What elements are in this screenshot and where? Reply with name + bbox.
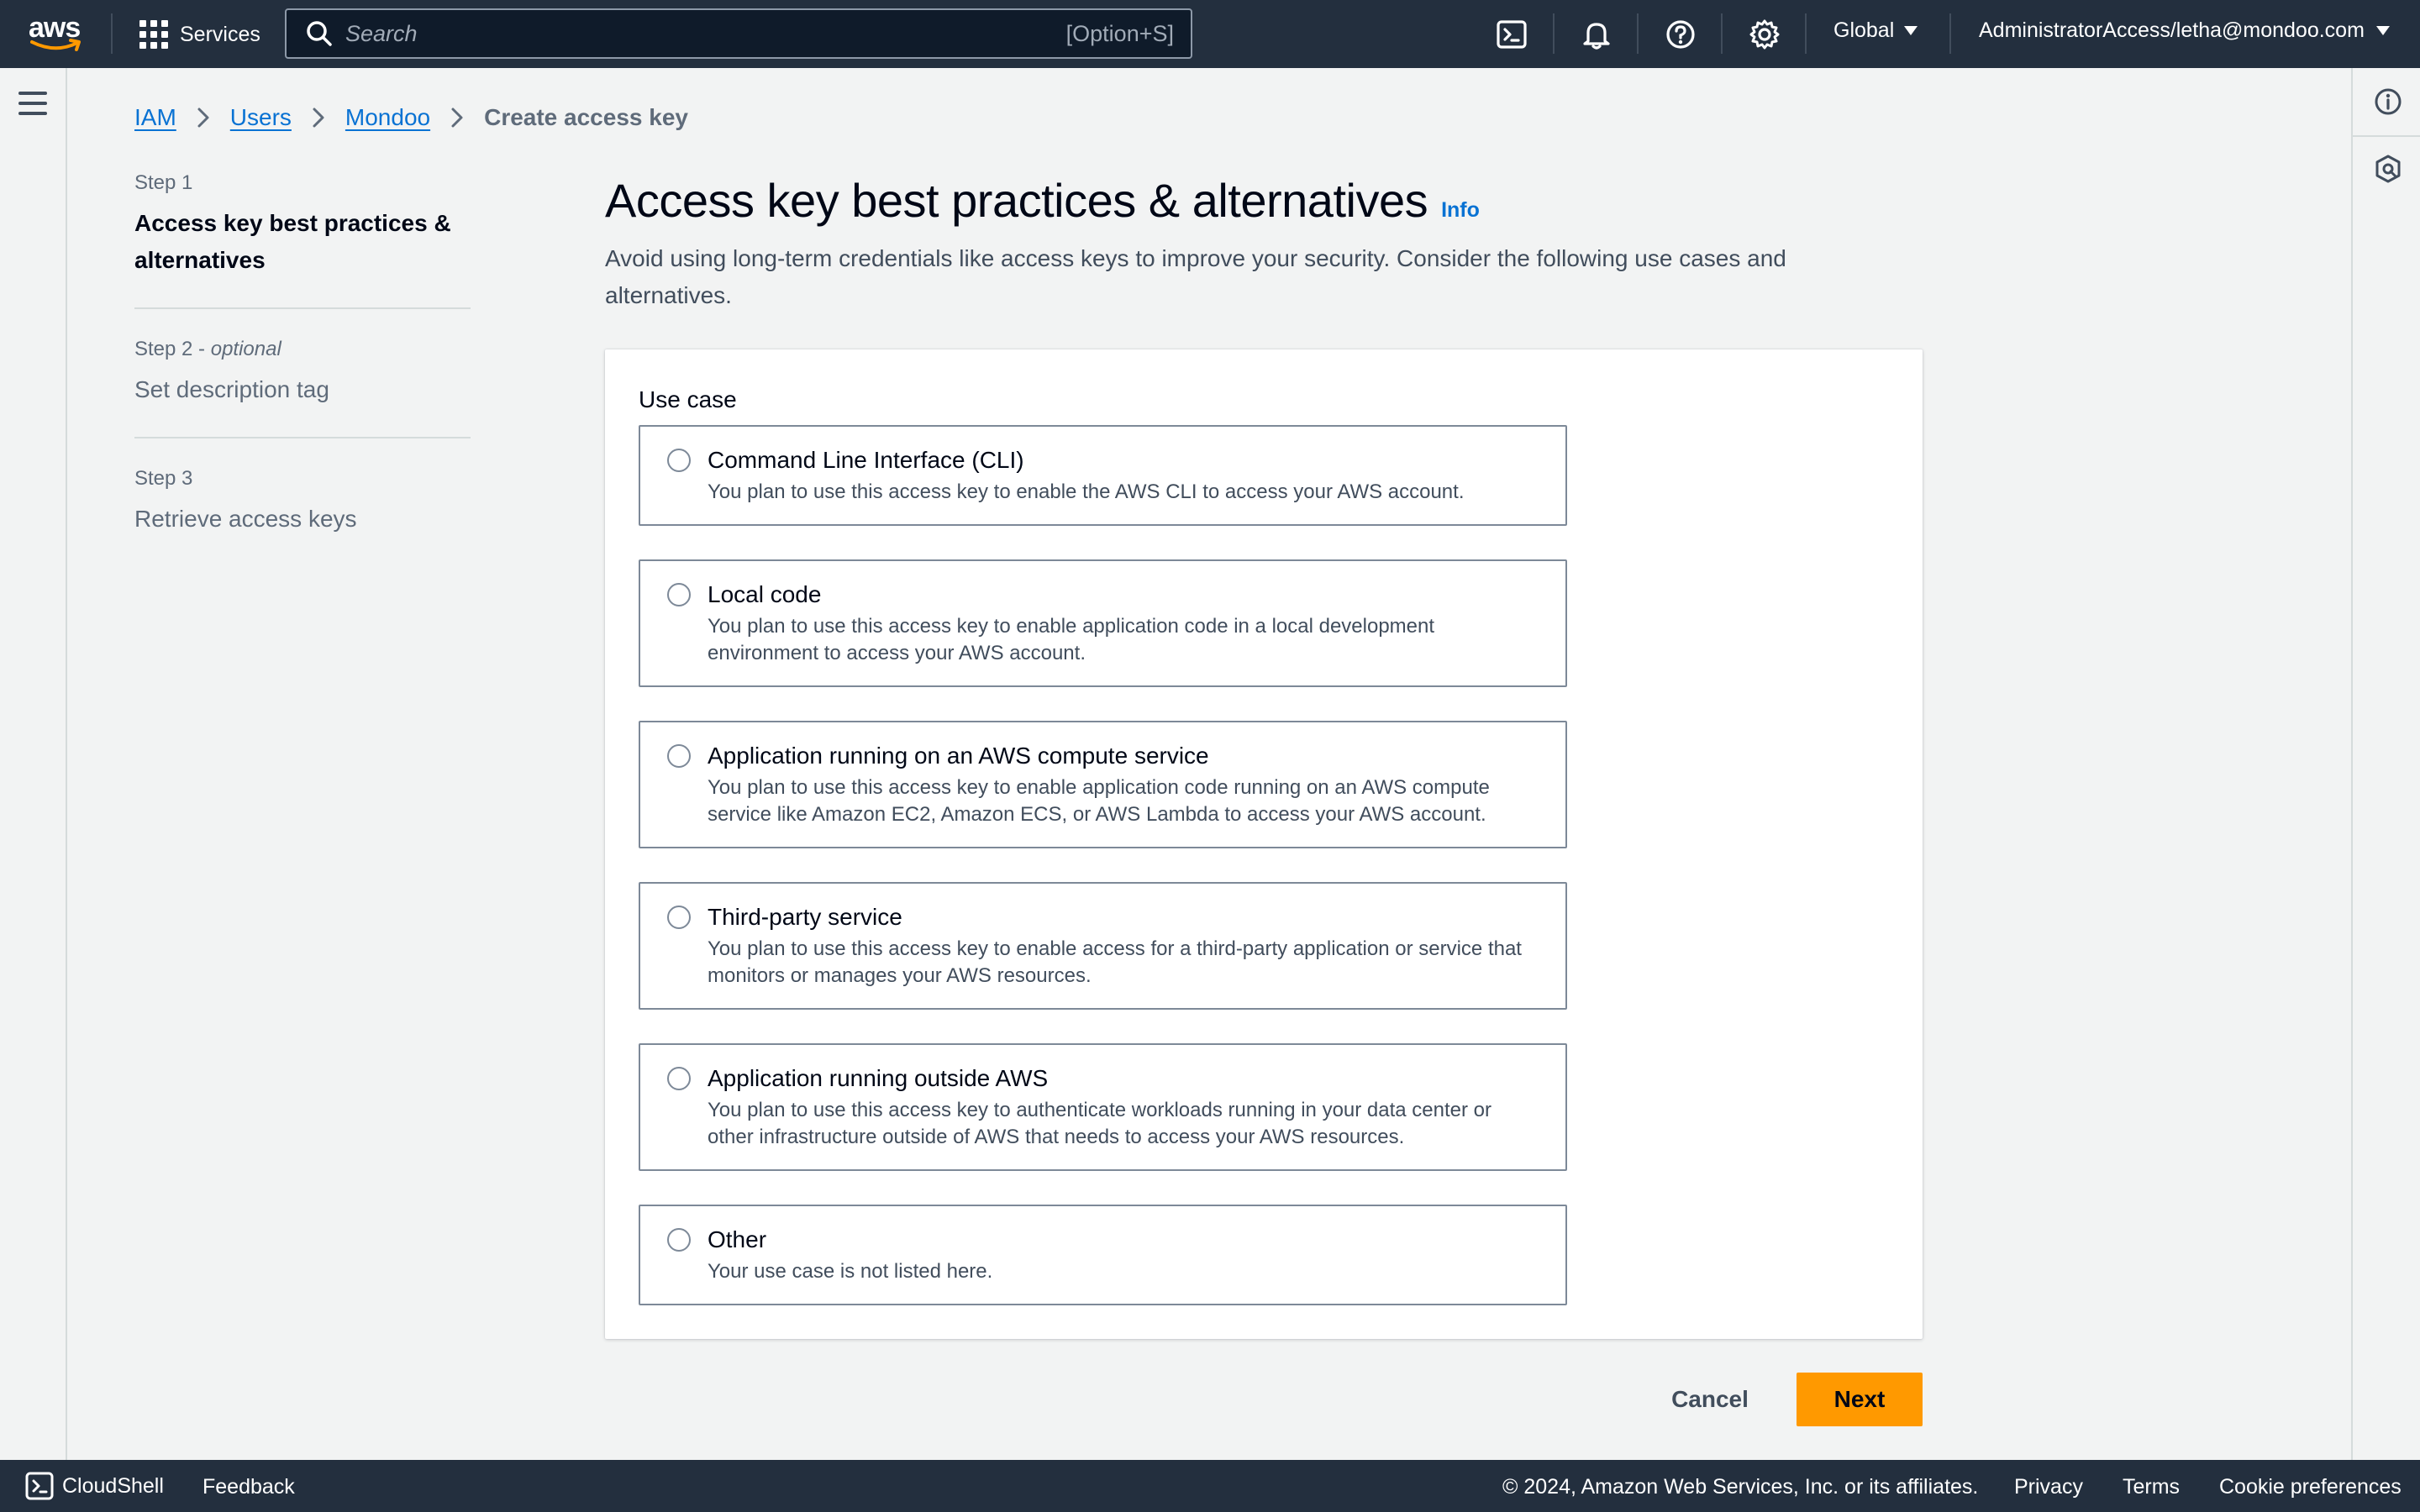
- breadcrumb-iam-link[interactable]: IAM: [134, 104, 176, 131]
- option-description: You plan to use this access key to authe…: [708, 1099, 1492, 1148]
- use-case-option-outside-aws[interactable]: Application running outside AWS You plan…: [639, 1043, 1567, 1171]
- option-title: Application running on an AWS compute se…: [708, 743, 1209, 769]
- use-case-option-other[interactable]: Other Your use case is not listed here.: [639, 1205, 1567, 1305]
- account-label: AdministratorAccess/letha@mondoo.com: [1979, 18, 2365, 42]
- radio-button[interactable]: [667, 1228, 691, 1252]
- option-description: You plan to use this access key to enabl…: [708, 776, 1490, 826]
- top-navigation: aws Services [Option+S]: [0, 0, 2420, 68]
- search-shortcut-hint: [Option+S]: [1065, 20, 1174, 46]
- wizard-steps: Step 1 Access key best practices & alter…: [134, 171, 471, 595]
- step-title: Set description tag: [134, 376, 329, 402]
- cloudshell-icon: [25, 1472, 54, 1500]
- radio-button[interactable]: [667, 906, 691, 929]
- step-title: Access key best practices & alternatives: [134, 210, 451, 273]
- services-grid-icon: [139, 20, 168, 49]
- nav-divider: [1637, 13, 1639, 54]
- use-case-container: Use case Command Line Interface (CLI) Yo…: [605, 349, 1923, 1339]
- step-number: Step 3: [134, 467, 193, 490]
- breadcrumb-mondoo-link[interactable]: Mondoo: [345, 104, 430, 131]
- right-side-rail: [2351, 68, 2420, 1460]
- cancel-button[interactable]: Cancel: [1647, 1373, 1773, 1426]
- feedback-link[interactable]: Feedback: [203, 1475, 295, 1499]
- nav-divider: [1721, 13, 1723, 54]
- chevron-right-icon: [451, 108, 463, 128]
- option-description: Your use case is not listed here.: [708, 1260, 993, 1283]
- step-optional-label: optional: [210, 338, 281, 360]
- wizard-step-3[interactable]: Step 3 Retrieve access keys: [134, 467, 471, 566]
- option-title: Local code: [708, 581, 822, 607]
- option-title: Application running outside AWS: [708, 1065, 1049, 1091]
- use-case-option-third-party[interactable]: Third-party service You plan to use this…: [639, 882, 1567, 1010]
- option-title: Third-party service: [708, 904, 902, 930]
- copyright-text: © 2024, Amazon Web Services, Inc. or its…: [1502, 1475, 1979, 1499]
- security-hub-icon[interactable]: [2373, 154, 2403, 184]
- aws-smile-icon: [30, 39, 81, 51]
- use-case-label: Use case: [639, 386, 737, 412]
- left-side-rail: [0, 68, 67, 1460]
- gear-icon[interactable]: [1749, 18, 1781, 50]
- option-description: You plan to use this access key to enabl…: [708, 615, 1435, 664]
- cookie-preferences-link[interactable]: Cookie preferences: [2219, 1475, 2402, 1499]
- chevron-down-icon: [1904, 26, 1918, 35]
- menu-icon[interactable]: [18, 92, 47, 115]
- nav-divider: [1805, 13, 1807, 54]
- nav-divider: [1553, 13, 1555, 54]
- radio-button[interactable]: [667, 449, 691, 472]
- aws-logo-text: aws: [29, 12, 81, 44]
- option-description: You plan to use this access key to enabl…: [708, 480, 1465, 503]
- radio-button[interactable]: [667, 583, 691, 606]
- search-icon: [307, 21, 332, 46]
- terms-link[interactable]: Terms: [2123, 1475, 2180, 1499]
- aws-logo[interactable]: aws: [29, 12, 86, 54]
- step-number: Step 2 - optional: [134, 338, 281, 360]
- chevron-down-icon: [2375, 26, 2390, 35]
- step-number-text: Step 2: [134, 338, 193, 360]
- breadcrumb-users-link[interactable]: Users: [230, 104, 292, 131]
- use-case-option-local-code[interactable]: Local code You plan to use this access k…: [639, 559, 1567, 687]
- search-input[interactable]: [345, 20, 1066, 47]
- breadcrumb-current: Create access key: [484, 104, 688, 130]
- use-case-option-cli[interactable]: Command Line Interface (CLI) You plan to…: [639, 425, 1567, 526]
- page-header: Access key best practices & alternatives…: [605, 173, 1480, 228]
- option-description: You plan to use this access key to enabl…: [708, 937, 1522, 987]
- bell-icon[interactable]: [1581, 18, 1612, 50]
- use-case-option-aws-compute[interactable]: Application running on an AWS compute se…: [639, 721, 1567, 848]
- info-panel-icon[interactable]: [2373, 87, 2403, 117]
- radio-button[interactable]: [667, 1067, 691, 1090]
- services-menu-button[interactable]: Services: [139, 18, 260, 50]
- rail-divider: [2353, 135, 2420, 137]
- region-selector[interactable]: Global: [1833, 18, 1918, 43]
- info-link[interactable]: Info: [1441, 198, 1480, 223]
- search-box[interactable]: [Option+S]: [285, 8, 1192, 59]
- option-title: Other: [708, 1226, 767, 1252]
- breadcrumb: IAM Users Mondoo Create access key: [134, 104, 688, 131]
- step-title: Retrieve access keys: [134, 506, 357, 532]
- option-title: Command Line Interface (CLI): [708, 447, 1024, 473]
- nav-divider: [111, 13, 113, 54]
- page-description: Avoid using long-term credentials like a…: [605, 245, 1786, 308]
- footer: CloudShell Feedback © 2024, Amazon Web S…: [0, 1460, 2420, 1512]
- wizard-step-2[interactable]: Step 2 - optional Set description tag: [134, 338, 471, 438]
- cloudshell-icon[interactable]: [1496, 18, 1528, 50]
- cloudshell-footer-button[interactable]: CloudShell: [25, 1472, 164, 1500]
- account-menu[interactable]: AdministratorAccess/letha@mondoo.com: [1979, 18, 2390, 43]
- radio-button[interactable]: [667, 744, 691, 768]
- next-button[interactable]: Next: [1797, 1373, 1923, 1426]
- nav-divider: [1949, 13, 1951, 54]
- step-number: Step 1: [134, 171, 193, 194]
- help-icon[interactable]: [1665, 18, 1697, 50]
- services-label: Services: [180, 22, 260, 46]
- chevron-right-icon: [313, 108, 324, 128]
- page-title: Access key best practices & alternatives: [605, 174, 1428, 227]
- privacy-link[interactable]: Privacy: [2014, 1475, 2083, 1499]
- wizard-step-1[interactable]: Step 1 Access key best practices & alter…: [134, 171, 471, 309]
- chevron-right-icon: [197, 108, 209, 128]
- cloudshell-label: CloudShell: [62, 1473, 164, 1498]
- region-label: Global: [1833, 18, 1895, 42]
